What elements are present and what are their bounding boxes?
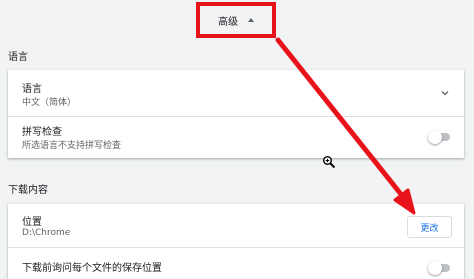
downloads-section-title: 下载内容 (8, 185, 48, 196)
toggle-knob (428, 261, 442, 275)
ask-location-toggle[interactable] (428, 261, 452, 275)
language-row-value: 中文（简体） (22, 98, 77, 108)
language-row[interactable]: 语言 中文（简体） (8, 70, 464, 116)
zoom-in-cursor-icon (323, 156, 336, 169)
spellcheck-row: 拼写检查 所选语言不支持拼写检查 (8, 117, 464, 158)
triangle-up-icon (248, 18, 254, 22)
advanced-label: 高级 (218, 16, 238, 28)
ask-location-row: 下载前询问每个文件的保存位置 (8, 248, 464, 279)
ask-location-title: 下载前询问每个文件的保存位置 (22, 263, 162, 274)
advanced-toggle-button[interactable]: 高级 (196, 2, 276, 38)
change-location-button[interactable]: 更改 (407, 216, 452, 238)
spellcheck-row-subtitle: 所选语言不支持拼写检查 (22, 141, 122, 151)
spellcheck-row-title: 拼写检查 (22, 127, 62, 138)
language-row-title: 语言 (22, 84, 42, 95)
downloads-card: 位置 D:\Chrome 下载前询问每个文件的保存位置 (8, 204, 464, 279)
language-card: 语言 中文（简体） 拼写检查 所选语言不支持拼写检查 (8, 70, 464, 158)
toggle-knob (428, 130, 442, 144)
chevron-down-icon[interactable] (440, 88, 450, 98)
download-location-row: 位置 D:\Chrome (8, 204, 464, 246)
download-location-path: D:\Chrome (22, 228, 71, 238)
language-section-title: 语言 (8, 52, 28, 63)
spellcheck-toggle[interactable] (428, 130, 452, 144)
download-location-title: 位置 (22, 217, 42, 228)
